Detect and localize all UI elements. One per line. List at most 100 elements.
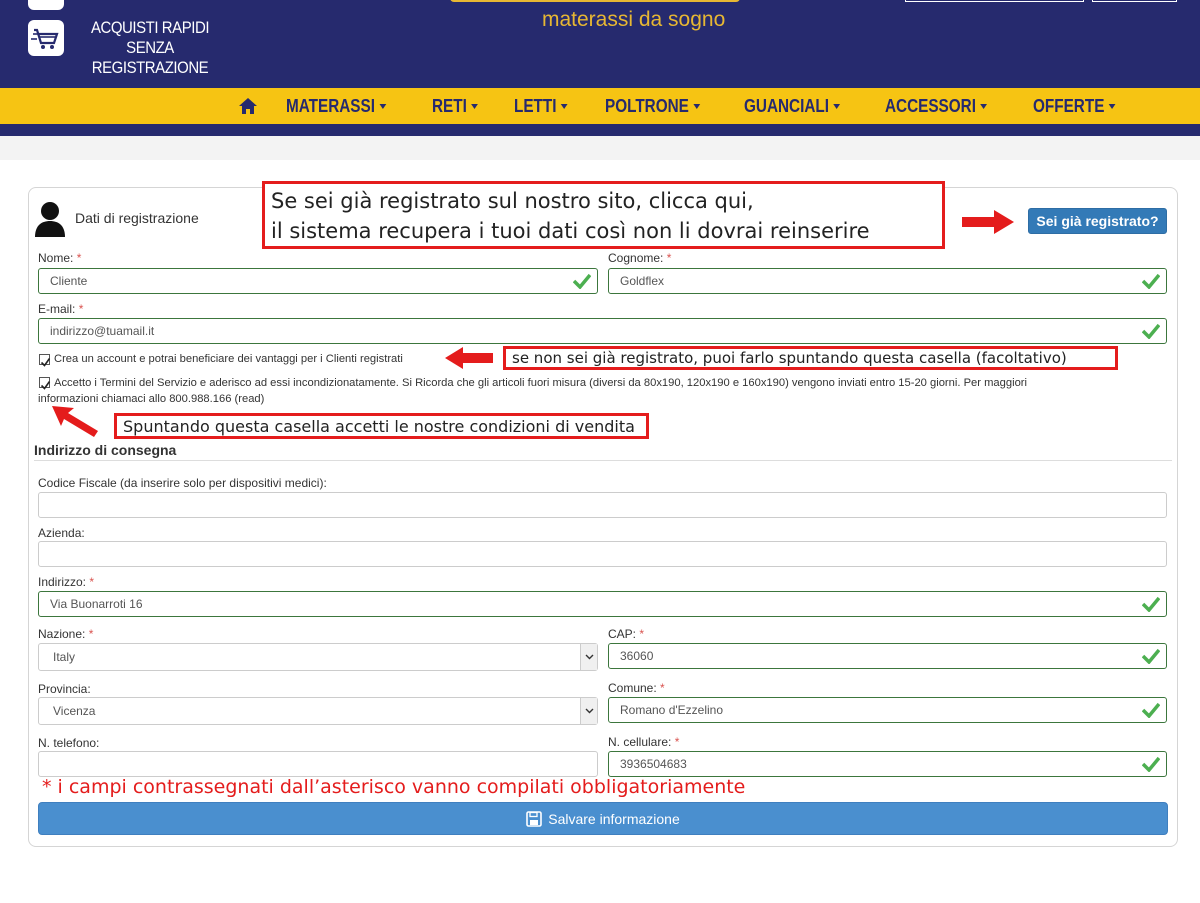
nav-label: GUANCIALI [744,95,830,116]
caret-down-icon [470,103,478,109]
chevron-down-icon [580,698,597,724]
terms-checkbox[interactable] [39,377,51,390]
nav-item-poltrone[interactable]: POLTRONE [605,96,700,117]
form-title: Dati di registrazione [75,210,199,226]
nazione-value: Italy [53,650,76,664]
provincia-value: Vicenza [53,704,96,718]
nome-field[interactable]: Cliente [38,268,598,294]
annotation-line: Se sei già registrato sul nostro sito, c… [271,189,754,213]
label-text: Cognome: [608,251,664,265]
label-text: N. cellulare: [608,735,672,749]
header-search-button[interactable] [1092,0,1177,2]
check-icon [573,273,591,289]
comune-label: Comune: * [608,681,665,695]
nome-label: Nome: * [38,251,81,265]
navbar-stripe [0,124,1200,136]
email-value: indirizzo@tuamail.it [50,324,155,338]
comune-field[interactable]: Romano d'Ezzelino [608,697,1167,723]
required-mark: * [78,302,84,316]
brand-logo[interactable] [450,0,740,4]
required-fields-note: * i campi contrassegnati dall’asterisco … [42,776,746,798]
nav-item-reti[interactable]: RETI [432,96,478,117]
nav-label: OFFERTE [1033,95,1105,116]
required-mark: * [674,735,680,749]
nav-item-offerte[interactable]: OFFERTE [1033,95,1116,117]
email-field[interactable]: indirizzo@tuamail.it [38,318,1167,344]
indirizzo-label: Indirizzo: * [38,575,94,589]
required-mark: * [88,627,94,641]
check-icon [1142,756,1160,772]
annotation-line: il sistema recupera i tuoi dati così non… [271,219,870,243]
cellulare-value: 3936504683 [620,757,687,771]
arrow-right-icon [962,210,1014,239]
email-label: E-mail: * [38,302,83,316]
cellulare-label: N. cellulare: * [608,735,679,749]
save-button-label: Salvare informazione [548,810,680,827]
label-text: Nome: [38,251,74,265]
required-mark: * [89,575,95,589]
cap-field[interactable]: 36060 [608,643,1167,669]
chevron-down-icon [580,644,597,670]
terms-label: Accetto i Termini del Servizio e aderisc… [54,377,1027,389]
floppy-disk-icon [526,810,543,827]
check-icon [1142,648,1160,664]
telefono-label: N. telefono: [38,736,100,750]
nav-label: LETTI [513,95,557,116]
home-icon[interactable] [236,88,260,124]
arrow-up-left-icon [50,404,100,443]
nazione-select[interactable]: Italy [38,643,598,671]
nav-label: ACCESSORI [885,95,977,116]
caret-down-icon [560,103,568,109]
provincia-select[interactable]: Vicenza [38,697,598,725]
check-icon [1142,273,1160,289]
brand-tagline: materassi da sogno [542,8,726,31]
nav-item-accessori[interactable]: ACCESSORI [885,95,988,117]
codice-fiscale-field[interactable] [38,492,1167,518]
section-divider [34,460,1172,461]
annotation-registered: Se sei già registrato sul nostro sito, c… [262,181,945,249]
cart-icon[interactable] [28,20,64,56]
nav-label: RETI [431,95,467,116]
required-mark: * [666,251,672,265]
label-text: Indirizzo: [38,575,87,589]
label-text: Comune: [608,681,657,695]
quick-purchase-promo[interactable]: ACQUISTI RAPIDI SENZA REGISTRAZIONE [84,18,216,78]
azienda-field[interactable] [38,541,1167,567]
label-text: Nazione: [38,627,86,641]
label-text: E-mail: [38,302,76,316]
cognome-field[interactable]: Goldflex [608,268,1167,294]
cap-label: CAP: * [608,627,644,641]
cellulare-field[interactable]: 3936504683 [608,751,1167,777]
required-mark: * [660,681,665,695]
indirizzo-value: Via Buonarroti 16 [50,597,143,611]
top-icon[interactable] [28,0,64,10]
azienda-label: Azienda: [38,526,85,540]
already-registered-button[interactable]: Sei già registrato? [1028,208,1167,234]
indirizzo-field[interactable]: Via Buonarroti 16 [38,591,1167,617]
caret-down-icon [692,103,700,109]
telefono-field[interactable] [38,751,598,777]
delivery-section-title: Indirizzo di consegna [34,442,177,458]
arrow-left-icon [445,347,493,374]
create-account-checkbox[interactable] [39,354,51,367]
caret-down-icon [980,103,988,109]
nome-value: Cliente [50,274,88,288]
provincia-label: Provincia: [38,682,91,696]
nav-item-materassi[interactable]: MATERASSI [286,96,387,117]
save-button[interactable]: Salvare informazione [38,802,1168,835]
main-nav: MATERASSI RETI LETTI POLTRONE GUANCIALI … [236,88,1158,124]
check-icon [1142,702,1160,718]
caret-down-icon [379,103,387,109]
caret-down-icon [833,103,841,109]
codice-fiscale-label: Codice Fiscale (da inserire solo per dis… [38,476,327,490]
nav-item-letti[interactable]: LETTI [514,96,568,117]
header-search-input[interactable] [905,0,1084,2]
nazione-label: Nazione: * [38,627,93,641]
nav-item-guanciali[interactable]: GUANCIALI [744,95,841,117]
cap-value: 36060 [620,649,654,663]
label-text: CAP: [608,627,637,641]
required-mark: * [639,627,645,641]
comune-value: Romano d'Ezzelino [620,703,724,717]
required-mark: * [76,251,82,265]
page-background-strip [0,136,1200,160]
